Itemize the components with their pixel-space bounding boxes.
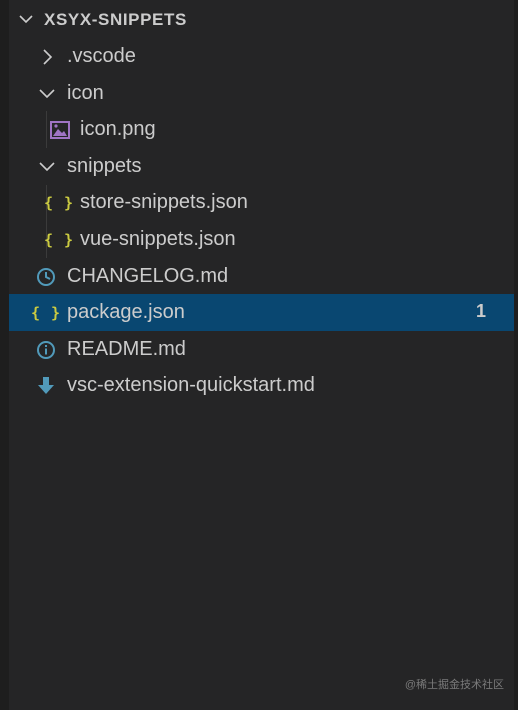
tree-item-label: icon: [67, 81, 104, 104]
watermark-text: @稀土掘金技术社区: [404, 679, 504, 691]
tree-item-icon-folder[interactable]: icon: [9, 75, 514, 112]
tree-item-label: icon.png: [80, 118, 156, 141]
json-braces-icon: { }: [43, 194, 75, 213]
json-braces-icon: { }: [43, 230, 75, 249]
right-gutter: [514, 0, 518, 710]
tree-item-icon-png[interactable]: icon.png: [9, 111, 514, 148]
image-file-icon: [50, 120, 70, 140]
tree-item-vue-snippets-json[interactable]: { } vue-snippets.json: [9, 221, 514, 258]
json-braces-icon: { }: [30, 304, 62, 323]
section-title: XSYX-SNIPPETS: [44, 10, 187, 29]
tree-item-snippets-folder[interactable]: snippets: [9, 148, 514, 185]
problems-count-badge: 1: [475, 301, 486, 322]
clock-icon: [36, 267, 56, 287]
tree-item-label: snippets: [67, 154, 142, 177]
file-tree: .vscode icon icon.png snippets {} store…: [9, 38, 514, 404]
tree-item-label: vsc-extension-quickstart.md: [67, 374, 315, 397]
tree-item-label: vue-snippets.json: [80, 227, 236, 250]
tree-item-store-snippets-json[interactable]: { } store-snippets.json: [9, 184, 514, 221]
explorer-section-header[interactable]: XSYX-SNIPPETS: [9, 0, 514, 38]
download-arrow-icon: [36, 376, 56, 396]
chevron-down-icon[interactable]: [18, 11, 34, 31]
tree-item-label: CHANGELOG.md: [67, 264, 229, 287]
tree-item-label: README.md: [67, 337, 186, 360]
chevron-right-icon[interactable]: [37, 47, 57, 67]
tree-item-label: store-snippets.json: [80, 191, 248, 214]
explorer-panel: XSYX-SNIPPETS .vscode icon icon.png snip…: [9, 0, 514, 710]
tree-item-vscode-folder[interactable]: .vscode: [9, 38, 514, 75]
info-icon: [36, 340, 56, 360]
chevron-down-icon[interactable]: [37, 157, 57, 177]
chevron-down-icon[interactable]: [37, 84, 57, 104]
left-gutter: [0, 0, 9, 710]
tree-item-label: package.json: [67, 301, 185, 324]
tree-item-changelog-md[interactable]: CHANGELOG.md: [9, 258, 514, 295]
tree-item-package-json[interactable]: { } package.json 1: [9, 294, 514, 331]
tree-item-quickstart-md[interactable]: vsc-extension-quickstart.md: [9, 367, 514, 404]
tree-item-label: .vscode: [67, 45, 136, 67]
tree-item-readme-md[interactable]: README.md: [9, 331, 514, 368]
